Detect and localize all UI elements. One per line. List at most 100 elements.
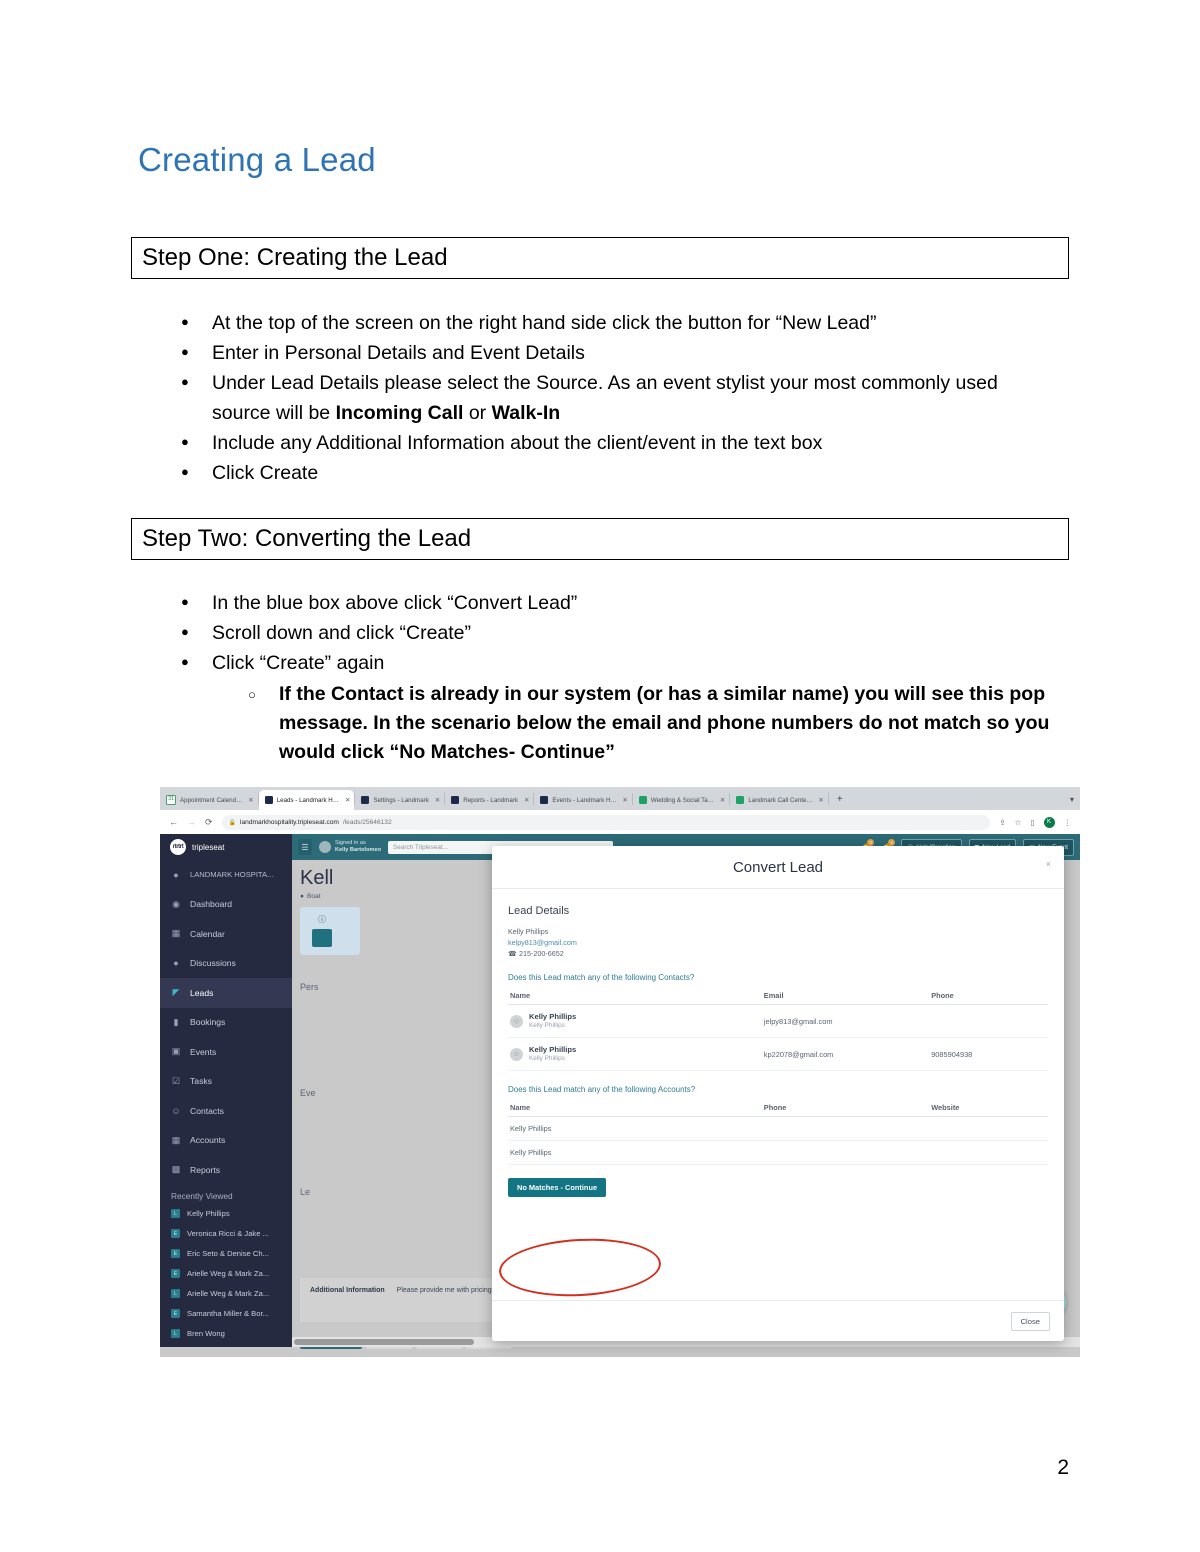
signed-in-as[interactable]: Signed in as Kelly Bartolomeo — [319, 840, 381, 854]
modal-title: Convert Lead — [732, 858, 824, 876]
lead-details-heading: Lead Details — [508, 905, 570, 917]
close-icon[interactable]: × — [1046, 859, 1051, 869]
list-item[interactable]: E Eric Seto & Denise Ch... — [160, 1244, 292, 1264]
step-two-bullet-list: In the blue box above click “Convert Lea… — [175, 587, 1055, 767]
table-row[interactable]: Kelly Phillips — [508, 1116, 1048, 1141]
close-icon[interactable]: ✕ — [720, 796, 725, 804]
close-icon[interactable]: ✕ — [435, 796, 440, 804]
close-icon[interactable]: ✕ — [818, 796, 823, 804]
sidebar-item-organization[interactable]: ● LANDMARK HOSPITA... — [160, 860, 292, 890]
sidebar-item-tasks[interactable]: ☑ Tasks — [160, 1067, 292, 1097]
tab-label: Settings - Landmark — [373, 796, 429, 804]
info-icon: ⓘ — [318, 915, 326, 924]
tripleseat-icon — [264, 796, 273, 804]
table-header-row: Name Phone Website — [508, 1099, 1048, 1117]
chevron-down-icon[interactable]: ▾ — [1064, 790, 1080, 810]
embedded-screenshot: 31 Appointment Calend… ✕ Leads - Landmar… — [160, 787, 1080, 1357]
list-item: Enter in Personal Details and Event Deta… — [175, 337, 1055, 368]
browser-tab-appointment-calendar[interactable]: 31 Appointment Calend… ✕ — [160, 790, 258, 810]
back-icon[interactable]: ← — [169, 817, 178, 827]
list-item[interactable]: L Bren Wong — [160, 1324, 292, 1344]
convert-lead-button[interactable] — [312, 929, 332, 947]
column-header-name: Name — [508, 1099, 762, 1117]
column-header-name: Name — [508, 987, 762, 1005]
convert-lead-blue-box[interactable]: ⓘ — [300, 907, 360, 955]
table-row[interactable]: ☺ Kelly Phillips Kelly Phillips kp22078@… — [508, 1037, 1048, 1071]
list-item[interactable]: E Samantha Miller & Bor... — [160, 1304, 292, 1324]
browser-tab-leads[interactable]: Leads - Landmark H… ✕ — [258, 790, 355, 810]
tab-label: Leads - Landmark H… — [276, 796, 339, 804]
cell-email: jelpy813@gmail.com — [761, 1004, 930, 1038]
browser-tab-wedding-social[interactable]: Wedding & Social Ta… ✕ — [633, 790, 730, 810]
hamburger-icon[interactable]: ☰ — [298, 839, 312, 855]
scrollbar-thumb[interactable] — [294, 1339, 474, 1345]
browser-tab-call-center[interactable]: Landmark Call Cente… ✕ — [730, 790, 827, 810]
avatar — [319, 841, 331, 853]
bookmark-star-icon[interactable]: ☆ — [1015, 818, 1022, 827]
cell-name: ☺ Kelly Phillips Kelly Phillips — [508, 1037, 762, 1071]
list-item[interactable]: L Arielle Weg & Mark Za... — [160, 1284, 292, 1304]
list-item[interactable]: E Arielle Weg & Mark Za... — [160, 1264, 292, 1284]
new-tab-button[interactable]: + — [829, 790, 851, 810]
sidebar-item-dashboard[interactable]: ◉ Dashboard — [160, 890, 292, 920]
close-button[interactable]: Close — [1010, 1311, 1050, 1331]
phone-icon: ☎ — [508, 949, 517, 958]
step-one-heading-box: Step One: Creating the Lead — [131, 237, 1069, 279]
close-icon[interactable]: ✕ — [524, 796, 529, 804]
checkbox-icon: ☑ — [171, 1075, 181, 1086]
avatar[interactable]: K — [1043, 816, 1055, 828]
sidebar-item-calendar[interactable]: ▦ Calendar — [160, 919, 292, 949]
accounts-match-table: Name Phone Website Kelly Phillips Kelly … — [508, 1099, 1048, 1165]
close-icon[interactable]: ✕ — [345, 796, 350, 804]
sidebar-item-accounts[interactable]: ▦ Accounts — [160, 1126, 292, 1156]
cell-name: Kelly Phillips — [508, 1140, 762, 1165]
list-item: Scroll down and click “Create” — [175, 617, 1055, 648]
reload-icon[interactable]: ⟳ — [205, 817, 213, 828]
share-icon[interactable]: ⇪ — [999, 818, 1005, 827]
list-item: Click “Create” again — [175, 647, 1055, 678]
badge-count: 4 — [867, 839, 875, 846]
list-item[interactable]: L Kelly Phillips — [160, 1204, 292, 1224]
sidebar-item-contacts[interactable]: ☺ Contacts — [160, 1096, 292, 1126]
additional-information-label: Additional Information — [310, 1287, 385, 1294]
sidepanel-icon[interactable]: ▯ — [1030, 818, 1034, 827]
table-row[interactable]: Kelly Phillips — [508, 1140, 1048, 1165]
building-icon: ▦ — [171, 1134, 181, 1145]
avatar: ☺ — [510, 1014, 523, 1028]
browser-tab-strip: 31 Appointment Calend… ✕ Leads - Landmar… — [160, 787, 1080, 810]
browser-menu-icon[interactable]: ⋮ — [1064, 818, 1072, 827]
brand[interactable]: rtrtrt tripleseat — [160, 834, 292, 860]
lead-email[interactable]: kelpy813@gmail.com — [508, 937, 1048, 948]
sidebar-item-bookings[interactable]: ▮ Bookings — [160, 1008, 292, 1038]
browser-tab-events[interactable]: Events - Landmark H… ✕ — [534, 790, 631, 810]
annotation-red-oval — [497, 1234, 663, 1301]
browser-tab-settings[interactable]: Settings - Landmark ✕ — [355, 790, 444, 810]
column-header-email: Email — [761, 987, 930, 1005]
sidebar-item-leads[interactable]: ◤ Leads — [160, 978, 292, 1008]
close-icon[interactable]: ✕ — [248, 796, 253, 804]
sidebar-item-discussions[interactable]: ● Discussions — [160, 949, 292, 979]
cell-phone: 9085904938 — [929, 1037, 1048, 1071]
table-row[interactable]: ☺ Kelly Phillips Kelly Phillips jelpy813… — [508, 1004, 1048, 1038]
list-item[interactable]: E Veronica Ricci & Jake ... — [160, 1224, 292, 1244]
cell-website — [929, 1140, 1048, 1165]
close-icon[interactable]: ✕ — [622, 796, 627, 804]
recently-viewed-label: Samantha Miller & Bor... — [187, 1309, 269, 1318]
signed-in-user: Kelly Bartolomeo — [335, 847, 382, 853]
column-header-phone: Phone — [761, 1099, 930, 1117]
sidebar-item-label: Calendar — [190, 928, 225, 939]
bar-chart-icon: ▩ — [171, 1164, 181, 1175]
sidebar-item-label: Leads — [190, 987, 214, 998]
sub-list-item: If the Contact is already in our system … — [175, 680, 1055, 767]
sidebar-item-label: Reports — [190, 1164, 221, 1175]
browser-tab-reports[interactable]: Reports - Landmark ✕ — [445, 790, 533, 810]
no-matches-continue-button[interactable]: No Matches - Continue — [508, 1178, 607, 1197]
address-bar[interactable]: 🔒 landmarkhospitality.tripleseat.com/lea… — [221, 814, 991, 830]
forward-icon[interactable]: → — [187, 817, 196, 827]
location-pin-icon: ● — [300, 893, 304, 900]
browser-url-bar: ← → ⟳ 🔒 landmarkhospitality.tripleseat.c… — [160, 810, 1080, 834]
sidebar-item-reports[interactable]: ▩ Reports — [160, 1155, 292, 1185]
sidebar-item-events[interactable]: ▣ Events — [160, 1037, 292, 1067]
people-icon: ☺ — [171, 1105, 181, 1116]
event-badge-icon: E — [171, 1229, 180, 1238]
